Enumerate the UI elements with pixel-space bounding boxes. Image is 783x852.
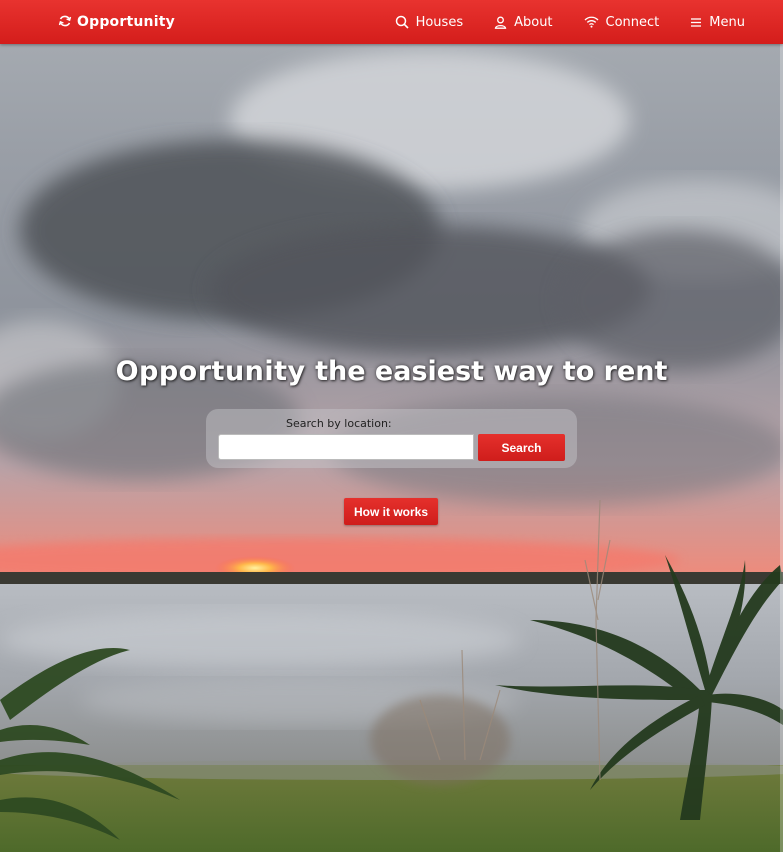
wifi-icon [584,16,599,28]
hero-title-tagline: the easiest way to rent [305,356,668,387]
search-icon [395,15,409,29]
user-icon [494,16,507,29]
top-navbar: Opportunity Houses About Connect Menu [0,0,783,44]
hero-title-brand: Opportunity [115,356,306,387]
search-label: Search by location: [286,417,392,430]
how-it-works-button[interactable]: How it works [344,498,438,525]
nav-item-label: Houses [415,14,464,30]
brand-logo-link[interactable]: Opportunity [58,12,175,32]
brand-name: Opportunity [77,14,175,30]
menu-icon [690,17,702,28]
location-search-input[interactable] [218,434,474,460]
nav-item-label: Connect [605,14,660,30]
nav-item-label: Menu [709,14,745,30]
search-panel: Search by location: Search [206,409,577,468]
nav-item-menu[interactable]: Menu [690,15,745,30]
search-button[interactable]: Search [478,434,565,461]
nav-item-houses[interactable]: Houses [395,14,464,30]
nav-item-connect[interactable]: Connect [584,14,660,30]
nav-item-label: About [514,14,553,30]
refresh-icon [58,13,72,32]
nav-links: Houses About Connect Menu [364,0,745,44]
hero-title: Opportunity the easiest way to rent [0,356,783,387]
page: Opportunity Houses About Connect Menu Op… [0,0,783,852]
nav-item-about[interactable]: About [494,14,553,30]
